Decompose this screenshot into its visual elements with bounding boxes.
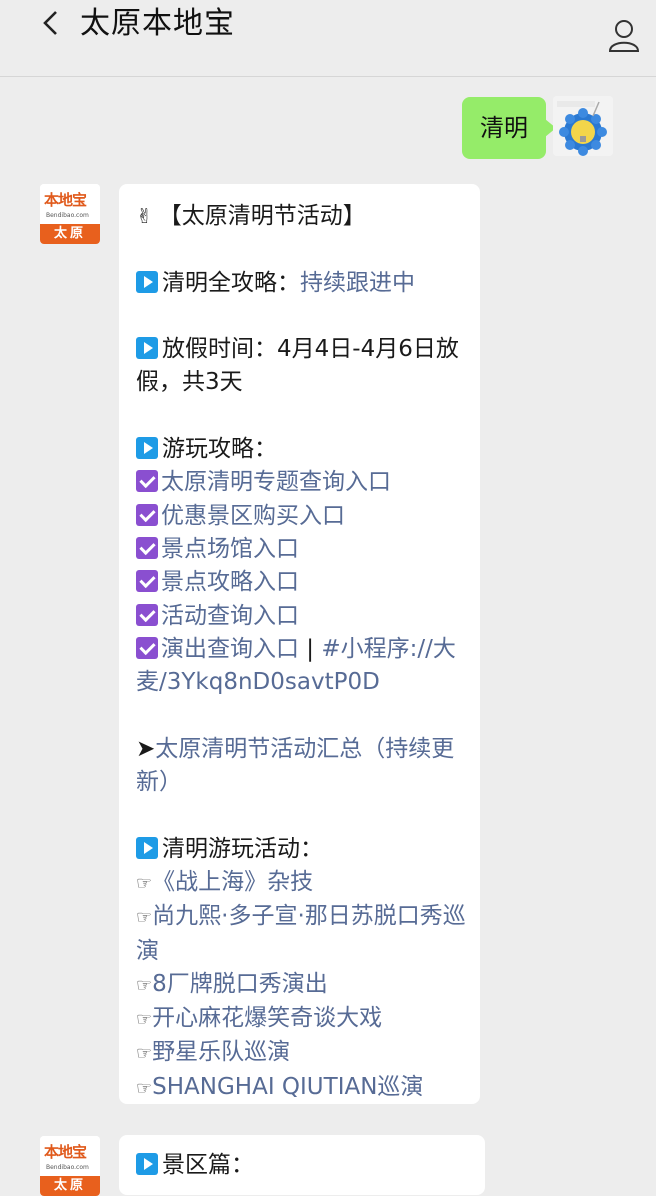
victory-hand-icon: ✌ — [136, 204, 153, 228]
check-link-row[interactable]: 景点场馆入口 — [136, 533, 466, 566]
arrow-icon: ➤ — [136, 735, 156, 762]
activities-label: 清明游玩活动： — [136, 833, 466, 866]
summary-link-row[interactable]: ➤太原清明节活动汇总（持续更新） — [136, 733, 466, 800]
pointing-hand-icon: ☞ — [136, 974, 153, 996]
play-icon — [136, 836, 158, 859]
checkbox-icon — [136, 536, 158, 559]
incoming-message-bubble: 景区篇： — [119, 1135, 485, 1195]
check-link-row[interactable]: 活动查询入口 — [136, 600, 466, 633]
brand-logo-sub: Bendibao.com — [46, 212, 89, 219]
top-bar: 太原本地宝 — [0, 0, 656, 77]
activity-link-row[interactable]: ☞8厂牌脱口秀演出 — [136, 968, 466, 1002]
check-link-row[interactable]: 景点攻略入口 — [136, 566, 466, 599]
play-icon — [136, 437, 158, 460]
checkbox-icon — [136, 603, 158, 626]
city-label: 太原 — [40, 1176, 100, 1196]
guide-link[interactable]: 持续跟进中 — [300, 270, 415, 296]
scenic-label: 景区篇： — [162, 1152, 254, 1178]
pointing-hand-icon: ☞ — [136, 872, 153, 894]
check-link-row[interactable]: 太原清明专题查询入口 — [136, 466, 466, 499]
outgoing-message-bubble[interactable]: 清明 — [462, 97, 556, 159]
holiday-line: 放假时间：4月4日-4月6日放假，共3天 — [136, 336, 459, 396]
sun-avatar-icon — [553, 96, 613, 156]
outgoing-message-text: 清明 — [480, 114, 528, 142]
play-icon — [136, 337, 158, 360]
check-link-row[interactable]: 优惠景区购买入口 — [136, 500, 466, 533]
activity-link-row[interactable]: ☞尚九熙·多子宣·那日苏脱口秀巡演 — [136, 900, 466, 968]
checkbox-icon — [136, 470, 158, 493]
incoming-message-bubble: ✌ 【太原清明节活动】 清明全攻略：持续跟进中 放假时间：4月4日-4月6日放假，… — [119, 184, 480, 1104]
pointing-hand-icon: ☞ — [136, 1009, 153, 1031]
pointing-hand-icon: ☞ — [136, 907, 153, 929]
official-account-avatar[interactable]: 本地宝 Bendibao.com 太原 — [40, 184, 100, 244]
play-icon — [136, 270, 158, 293]
guide-line: 清明全攻略：持续跟进中 — [136, 267, 466, 300]
my-avatar[interactable] — [553, 96, 613, 156]
official-account-avatar[interactable]: 本地宝 Bendibao.com 太原 — [40, 1136, 100, 1196]
brand-logo: 本地宝 — [44, 191, 87, 209]
checkbox-icon — [136, 570, 158, 593]
checkbox-icon — [136, 636, 158, 659]
chat-title: 太原本地宝 — [80, 6, 235, 41]
check-link-row[interactable]: 演出查询入口 | #小程序://大麦/3Ykq8nD0savtP0D — [136, 633, 466, 700]
message-heading: ✌ 【太原清明节活动】 — [136, 200, 466, 233]
profile-icon[interactable] — [608, 18, 640, 52]
city-label: 太原 — [40, 224, 100, 244]
activity-link-row[interactable]: ☞野星乐队巡演 — [136, 1036, 466, 1070]
pointing-hand-icon: ☞ — [136, 1077, 153, 1099]
checkbox-icon — [136, 503, 158, 526]
back-arrow-icon[interactable] — [40, 10, 62, 36]
activity-link-row[interactable]: ☞《战上海》杂技 — [136, 866, 466, 900]
activity-link-row[interactable]: ☞开心麻花爆笑奇谈大戏 — [136, 1002, 466, 1036]
activity-link-row[interactable]: ☞SHANGHAI QIUTIAN巡演 — [136, 1071, 466, 1105]
pointing-hand-icon: ☞ — [136, 1043, 153, 1065]
play-icon — [136, 1153, 158, 1175]
brand-logo: 本地宝 — [44, 1143, 87, 1161]
play-guide-label: 游玩攻略： — [136, 433, 466, 466]
